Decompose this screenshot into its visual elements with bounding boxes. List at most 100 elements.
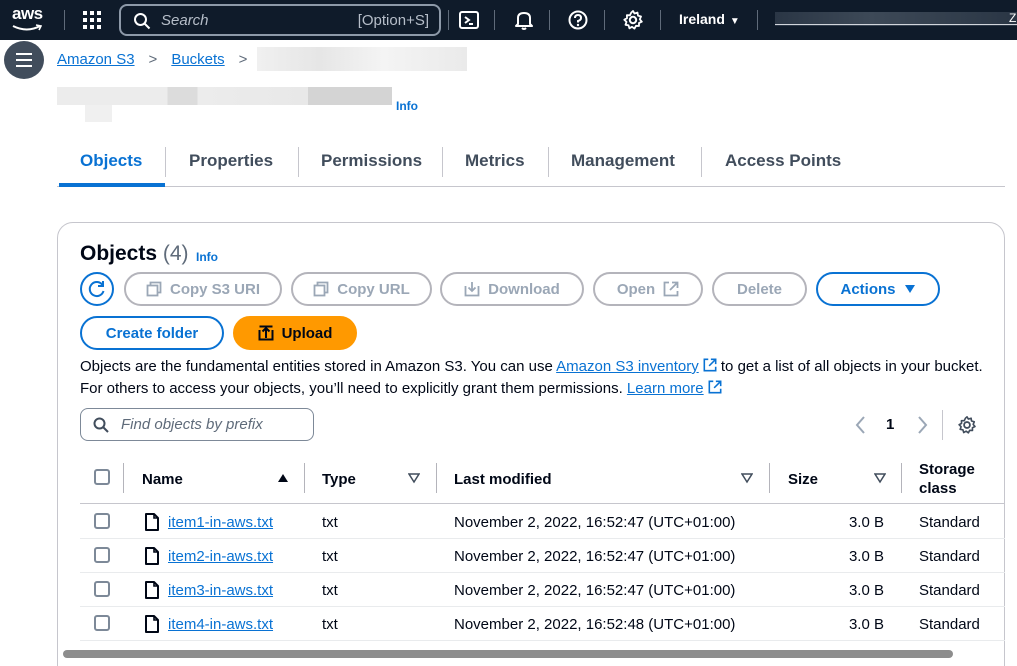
upload-button[interactable]: Upload [233, 316, 357, 350]
aws-smile-icon [12, 24, 42, 31]
delete-button[interactable]: Delete [712, 272, 807, 306]
create-folder-button[interactable]: Create folder [80, 316, 224, 350]
row-checkbox[interactable] [94, 615, 110, 631]
cloudshell-icon[interactable] [458, 9, 480, 31]
refresh-button[interactable] [80, 272, 114, 306]
copy-icon [313, 281, 329, 297]
external-link-icon [703, 358, 717, 372]
gear-icon[interactable] [622, 9, 644, 31]
tab-metrics[interactable]: Metrics [465, 140, 525, 186]
side-nav-toggle-button[interactable] [4, 41, 44, 79]
help-icon[interactable] [567, 9, 589, 31]
nav-divider [604, 10, 605, 30]
actions-dropdown-button[interactable]: Actions [816, 272, 940, 306]
column-header-type[interactable]: Type [322, 455, 356, 503]
table-row: item4-in-aws.txt txt November 2, 2022, 1… [80, 607, 1005, 641]
bucket-tabs: Objects Properties Permissions Metrics M… [57, 140, 1005, 187]
column-divider [304, 463, 305, 493]
chevron-left-icon[interactable] [853, 414, 869, 436]
object-storage-class: Standard [919, 548, 980, 565]
search-icon [93, 417, 109, 433]
objects-count: (4) [162, 242, 189, 265]
objects-table-header: Name Type Last modified Size Storage cla… [80, 455, 1005, 504]
nav-divider [757, 10, 758, 30]
tab-management[interactable]: Management [571, 140, 675, 186]
copy-s3-uri-button[interactable]: Copy S3 URI [124, 272, 282, 306]
breadcrumb-buckets[interactable]: Buckets [171, 51, 224, 68]
object-name-link[interactable]: item4-in-aws.txt [168, 616, 273, 633]
column-header-size[interactable]: Size [788, 455, 818, 503]
tab-divider [701, 147, 702, 177]
table-preferences-gear-icon[interactable] [957, 415, 977, 435]
bell-icon[interactable] [513, 9, 535, 31]
breadcrumb-bucket-redacted [257, 47, 468, 71]
column-header-name[interactable]: Name [142, 455, 183, 503]
pagination-current-page[interactable]: 1 [886, 416, 894, 433]
nav-divider [448, 10, 449, 30]
breadcrumb: Amazon S3 > Buckets > [57, 47, 468, 71]
s3-inventory-link[interactable]: Amazon S3 inventory [556, 358, 699, 375]
sort-icon[interactable] [741, 472, 753, 484]
page-title-redacted [57, 87, 392, 105]
object-last-modified: November 2, 2022, 16:52:47 (UTC+01:00) [454, 582, 736, 599]
file-icon [145, 547, 159, 565]
account-suffix: Z [1009, 11, 1017, 25]
page-info-link[interactable]: Info [396, 99, 418, 113]
tab-access-points[interactable]: Access Points [725, 140, 841, 186]
filter-placeholder: Find objects by prefix [121, 416, 263, 433]
tab-divider [165, 147, 166, 177]
objects-info-link[interactable]: Info [196, 250, 218, 264]
sort-icon[interactable] [408, 472, 420, 484]
nav-divider [64, 10, 65, 30]
sort-icon[interactable] [874, 472, 886, 484]
select-all-checkbox[interactable] [94, 469, 110, 485]
active-tab-indicator [59, 183, 165, 187]
pagination-divider [942, 410, 943, 440]
tab-objects[interactable]: Objects [80, 140, 142, 186]
object-storage-class: Standard [919, 616, 980, 633]
nav-divider [494, 10, 495, 30]
chevron-right-icon: > [238, 50, 248, 68]
column-divider [769, 463, 770, 493]
chevron-right-icon[interactable] [914, 414, 930, 436]
object-type: txt [322, 514, 338, 531]
column-divider [901, 463, 902, 493]
object-name-link[interactable]: item2-in-aws.txt [168, 548, 273, 565]
find-objects-input[interactable]: Find objects by prefix [80, 408, 314, 441]
grid-icon[interactable] [82, 10, 102, 30]
object-type: txt [322, 582, 338, 599]
search-placeholder: Search [161, 12, 209, 29]
horizontal-scrollbar[interactable] [63, 650, 953, 658]
learn-more-link[interactable]: Learn more [627, 380, 704, 397]
column-divider [436, 463, 437, 493]
file-icon [145, 513, 159, 531]
open-button[interactable]: Open [593, 272, 703, 306]
row-checkbox[interactable] [94, 581, 110, 597]
row-checkbox[interactable] [94, 513, 110, 529]
menu-icon-bar [16, 65, 32, 67]
search-icon [134, 13, 151, 30]
column-header-storage-class[interactable]: Storage class [919, 455, 989, 503]
copy-url-button[interactable]: Copy URL [291, 272, 432, 306]
tab-divider [298, 147, 299, 177]
column-header-last-modified[interactable]: Last modified [454, 455, 552, 503]
tab-divider [442, 147, 443, 177]
refresh-icon [88, 281, 105, 298]
object-name-link[interactable]: item1-in-aws.txt [168, 514, 273, 531]
file-icon [145, 615, 159, 633]
sort-ascending-icon[interactable] [277, 472, 289, 484]
region-selector[interactable]: Ireland ▼ [679, 11, 740, 27]
row-checkbox[interactable] [94, 547, 110, 563]
tab-properties[interactable]: Properties [189, 140, 273, 186]
breadcrumb-amazon-s3[interactable]: Amazon S3 [57, 51, 135, 68]
object-last-modified: November 2, 2022, 16:52:48 (UTC+01:00) [454, 616, 736, 633]
nav-divider [660, 10, 661, 30]
nav-divider [549, 10, 550, 30]
tab-permissions[interactable]: Permissions [321, 140, 422, 186]
download-button[interactable]: Download [440, 272, 584, 306]
global-search-input[interactable]: Search [Option+S] [119, 4, 441, 36]
objects-heading: Objects (4) [80, 242, 189, 265]
menu-icon-bar [16, 53, 32, 55]
object-name-link[interactable]: item3-in-aws.txt [168, 582, 273, 599]
object-type: txt [322, 548, 338, 565]
